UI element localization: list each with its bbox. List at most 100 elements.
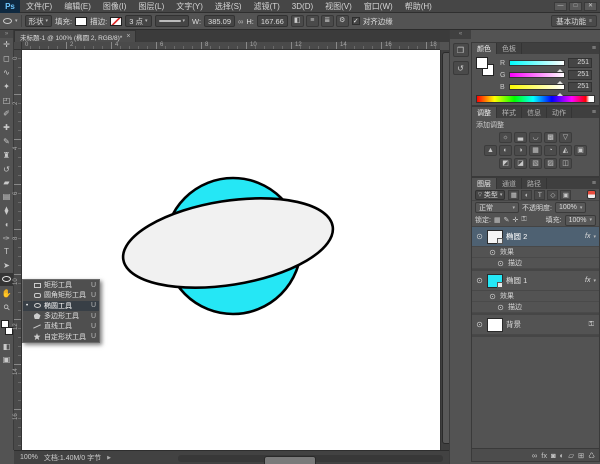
blur-tool[interactable]: ⧫: [0, 204, 13, 218]
fx-collapse-icon[interactable]: ▾: [593, 278, 596, 284]
layers-panel-menu-icon[interactable]: ≡: [589, 178, 599, 189]
layer-fx-icon[interactable]: fx: [585, 277, 590, 284]
layer-effect-row[interactable]: ⊙效果: [472, 291, 599, 302]
move-tool[interactable]: ✛: [0, 38, 13, 52]
rectangle-tool-menu-item[interactable]: 矩形工具U: [23, 280, 99, 290]
lasso-tool[interactable]: ∿: [0, 66, 13, 80]
close-button[interactable]: ✕: [584, 2, 597, 11]
channel-value-field[interactable]: 251: [568, 70, 592, 80]
stroke-width-field[interactable]: 3 点▾: [125, 15, 151, 27]
quick-selection-tool[interactable]: ✦: [0, 79, 13, 93]
adjustment-icon[interactable]: ▃: [514, 132, 527, 143]
adjustment-icon[interactable]: ◐: [499, 145, 512, 156]
status-arrow-icon[interactable]: ▶: [107, 455, 111, 461]
layer-row[interactable]: ⊙背景⚿: [472, 315, 599, 335]
shape-width-field[interactable]: 385.09: [204, 15, 235, 27]
fx-collapse-icon[interactable]: ▾: [593, 234, 596, 240]
clone-stamp-tool[interactable]: ♜: [0, 148, 13, 162]
adjustment-icon[interactable]: ◭: [559, 145, 572, 156]
layer-style-icon[interactable]: fx: [541, 451, 547, 460]
layer-fx-icon[interactable]: fx: [585, 233, 590, 240]
horizontal-scrollbar-thumb[interactable]: [264, 456, 316, 464]
properties-panel-icon[interactable]: ❐: [453, 43, 469, 57]
adjustments-tab[interactable]: 信息: [522, 107, 547, 118]
layer-thumbnail[interactable]: [487, 230, 503, 244]
menu-item[interactable]: 文字(Y): [170, 1, 209, 12]
filter-shape-icon[interactable]: ◇: [547, 190, 558, 200]
dodge-tool[interactable]: ◖: [0, 217, 13, 231]
document-close-icon[interactable]: ×: [126, 33, 130, 40]
adjustments-tab[interactable]: 样式: [497, 107, 522, 118]
background-color-swatch[interactable]: [5, 327, 13, 335]
new-adjustment-layer-icon[interactable]: ◐: [560, 451, 565, 460]
menu-item[interactable]: 文件(F): [20, 1, 58, 12]
layer-thumbnail[interactable]: [487, 318, 503, 332]
visibility-eye-icon[interactable]: ⊙: [475, 320, 484, 329]
vertical-ruler[interactable]: 0246810121416: [14, 50, 22, 450]
visibility-eye-icon[interactable]: ⊙: [496, 303, 505, 312]
hand-tool[interactable]: ✋: [0, 286, 13, 300]
history-brush-tool[interactable]: ↺: [0, 162, 13, 176]
lock-position-icon[interactable]: ✛: [512, 216, 518, 224]
layer-effect-row[interactable]: ⊙描边: [472, 258, 599, 269]
layer-thumbnail[interactable]: [487, 274, 503, 288]
ellipse-tool[interactable]: [0, 273, 13, 287]
layers-tab[interactable]: 通道: [497, 178, 522, 189]
menu-item[interactable]: 滤镜(T): [248, 1, 286, 12]
spot-healing-brush-tool[interactable]: ✚: [0, 121, 13, 135]
filter-type-icon[interactable]: T: [534, 190, 545, 200]
zoom-tool[interactable]: ⚲: [0, 300, 13, 314]
history-panel-icon[interactable]: ↺: [453, 61, 469, 75]
filter-smart-object-icon[interactable]: ▣: [560, 190, 571, 200]
shape-height-field[interactable]: 167.66: [257, 15, 288, 27]
toolbar-collapse-button[interactable]: »: [0, 30, 13, 38]
path-arrange-icon[interactable]: ≣: [321, 15, 334, 27]
horizontal-ruler[interactable]: 024681012141618: [22, 42, 440, 50]
quick-mask-button[interactable]: ◧: [0, 340, 13, 353]
channel-value-field[interactable]: 251: [568, 58, 592, 68]
filter-pixel-icon[interactable]: ▦: [508, 190, 519, 200]
adjustments-tab[interactable]: 动作: [547, 107, 572, 118]
layer-effect-row[interactable]: ⊙效果: [472, 247, 599, 258]
add-layer-mask-icon[interactable]: ◙: [551, 451, 556, 460]
visibility-eye-icon[interactable]: ⊙: [496, 259, 505, 268]
adjustment-icon[interactable]: ▣: [574, 145, 587, 156]
ellipse-tool-menu-item[interactable]: •椭圆工具U: [23, 301, 99, 311]
delete-layer-icon[interactable]: ♺: [588, 451, 595, 460]
path-alignment-icon[interactable]: ≡: [306, 15, 319, 27]
vertical-scrollbar[interactable]: [440, 50, 449, 450]
opacity-field[interactable]: 100%▾: [555, 202, 586, 213]
adjustment-icon[interactable]: ▽: [559, 132, 572, 143]
zoom-level-field[interactable]: 100%: [20, 454, 38, 461]
color-panel-menu-icon[interactable]: ≡: [589, 43, 599, 54]
visibility-eye-icon[interactable]: ⊙: [475, 276, 484, 285]
adjustment-icon[interactable]: ◔: [544, 145, 557, 156]
adjustment-icon[interactable]: ◩: [499, 158, 512, 169]
panel-foreground-swatch[interactable]: [476, 57, 488, 69]
adjustments-tab[interactable]: 调整: [472, 107, 497, 118]
horizontal-scrollbar[interactable]: [178, 455, 443, 462]
screen-mode-button[interactable]: ▣: [0, 353, 13, 366]
custom-shape-tool-menu-item[interactable]: 自定形状工具U: [23, 331, 99, 341]
workspace-switcher[interactable]: 基本功能≡: [551, 15, 597, 27]
adjustment-icon[interactable]: ◑: [514, 145, 527, 156]
lock-transparency-icon[interactable]: ▦: [494, 216, 501, 224]
link-dimensions-icon[interactable]: ∞: [238, 17, 243, 26]
current-tool-icon[interactable]: [3, 18, 12, 24]
new-group-icon[interactable]: ▱: [568, 451, 574, 460]
line-tool-menu-item[interactable]: 直线工具U: [23, 321, 99, 331]
stroke-swatch[interactable]: [110, 17, 122, 26]
adjustment-icon[interactable]: ◫: [559, 158, 572, 169]
foreground-color-swatch[interactable]: [1, 320, 9, 328]
channel-slider[interactable]: [509, 84, 565, 90]
layers-tab[interactable]: 路径: [522, 178, 547, 189]
filter-adjustment-icon[interactable]: ◐: [521, 190, 532, 200]
minimize-button[interactable]: —: [554, 2, 567, 11]
rectangular-marquee-tool[interactable]: ◻: [0, 52, 13, 66]
channel-slider[interactable]: [509, 60, 565, 66]
lock-pixels-icon[interactable]: ✎: [504, 216, 510, 224]
adjustments-panel-menu-icon[interactable]: ≡: [589, 107, 599, 118]
adjustment-icon[interactable]: ▧: [529, 158, 542, 169]
filter-toggle-icon[interactable]: [587, 190, 596, 199]
color-tab[interactable]: 色板: [497, 43, 522, 54]
